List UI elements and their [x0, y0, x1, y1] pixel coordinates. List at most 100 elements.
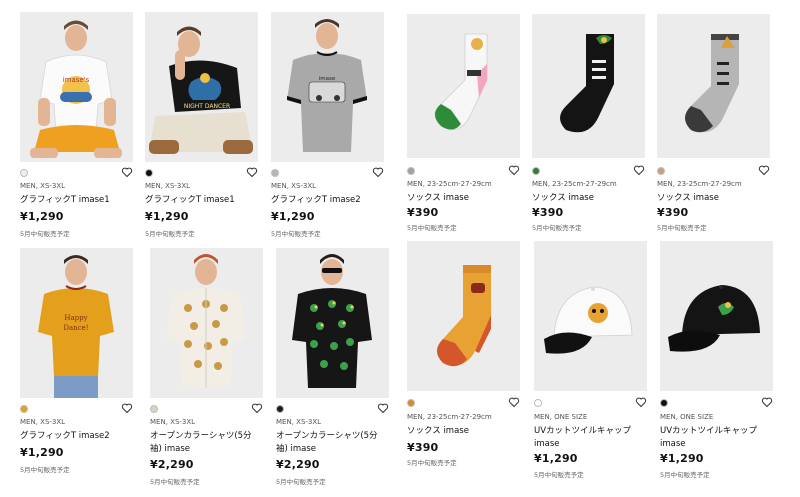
- black-sock: [532, 14, 645, 158]
- product-image[interactable]: [657, 14, 770, 158]
- heart-icon[interactable]: [372, 166, 384, 178]
- model-white-tshirt: imase's: [20, 12, 133, 162]
- product-image[interactable]: [150, 248, 263, 398]
- product-size: MEN, XS-3XL: [271, 182, 317, 190]
- product-image[interactable]: imase's: [20, 12, 133, 162]
- product-size: MEN, XS-3XL: [20, 182, 66, 190]
- product-size: MEN, ONE SIZE: [534, 413, 588, 421]
- product-card[interactable]: MEN, 23-25cm-27-29cm ソックス imase ¥390 5月中…: [407, 241, 520, 481]
- color-swatch[interactable]: [20, 169, 28, 177]
- color-swatch[interactable]: [657, 167, 665, 175]
- product-image[interactable]: [407, 14, 520, 158]
- product-price: ¥1,290: [145, 210, 189, 223]
- product-card[interactable]: MEN, 23-25cm-27-29cm ソックス imase ¥390 5月中…: [532, 14, 645, 234]
- product-name-line2[interactable]: 袖) imase: [150, 443, 190, 456]
- product-image[interactable]: [660, 241, 773, 391]
- product-name[interactable]: ソックス imase: [657, 192, 719, 205]
- release-note: 5月中旬販売予定: [660, 471, 710, 479]
- product-card[interactable]: MEN, XS-3XL オープンカラーシャツ(5分 袖) imase ¥2,29…: [276, 248, 389, 488]
- product-name[interactable]: ソックス imase: [532, 192, 594, 205]
- product-name[interactable]: グラフィックT imase2: [20, 430, 110, 443]
- heart-icon[interactable]: [635, 396, 647, 408]
- release-note: 5月中旬販売予定: [532, 224, 582, 232]
- product-image[interactable]: NIGHT DANCER: [145, 12, 258, 162]
- product-name-line2[interactable]: imase: [534, 438, 560, 451]
- product-card[interactable]: MEN, ONE SIZE UVカットツイルキャップ imase ¥1,290 …: [660, 241, 773, 481]
- heart-icon[interactable]: [121, 166, 133, 178]
- release-note: 5月中旬販売予定: [657, 224, 707, 232]
- model-black-tshirt: NIGHT DANCER: [145, 12, 258, 162]
- color-swatch[interactable]: [660, 399, 668, 407]
- product-image[interactable]: [534, 241, 647, 391]
- color-swatch[interactable]: [271, 169, 279, 177]
- tshirt-print-text: Dance!: [63, 324, 88, 332]
- product-price: ¥1,290: [660, 452, 704, 465]
- product-name-line1[interactable]: UVカットツイルキャップ: [660, 425, 757, 438]
- product-name-line1[interactable]: オープンカラーシャツ(5分: [276, 430, 378, 443]
- product-image[interactable]: [532, 14, 645, 158]
- color-swatch[interactable]: [407, 167, 415, 175]
- release-note: 5月中旬販売予定: [20, 466, 70, 474]
- release-note: 5月中旬販売予定: [534, 471, 584, 479]
- product-card[interactable]: MEN, ONE SIZE UVカットツイルキャップ imase ¥1,290 …: [534, 241, 647, 481]
- product-name-line1[interactable]: UVカットツイルキャップ: [534, 425, 631, 438]
- product-price: ¥390: [532, 206, 564, 219]
- heart-icon[interactable]: [377, 402, 389, 414]
- heart-icon[interactable]: [758, 164, 770, 176]
- white-sock: [407, 14, 520, 158]
- release-note: 5月中旬販売予定: [20, 230, 70, 238]
- product-card[interactable]: MEN, 23-25cm-27-29cm ソックス imase ¥390 5月中…: [657, 14, 770, 234]
- product-name[interactable]: ソックス imase: [407, 425, 469, 438]
- tshirt-print-text: imase: [319, 76, 336, 82]
- product-size: MEN, 23-25cm-27-29cm: [657, 180, 742, 188]
- product-price: ¥390: [407, 441, 439, 454]
- product-name[interactable]: グラフィックT imase1: [20, 194, 110, 207]
- product-size: MEN, 23-25cm-27-29cm: [532, 180, 617, 188]
- product-card[interactable]: MEN, 23-25cm-27-29cm ソックス imase ¥390 5月中…: [407, 14, 520, 234]
- heart-icon[interactable]: [633, 164, 645, 176]
- release-note: 5月中旬販売予定: [150, 478, 200, 486]
- heart-icon[interactable]: [761, 396, 773, 408]
- color-swatch[interactable]: [20, 405, 28, 413]
- model-yellow-tshirt: Happy Dance!: [20, 248, 133, 398]
- product-size: MEN, XS-3XL: [145, 182, 191, 190]
- product-name[interactable]: グラフィックT imase1: [145, 194, 235, 207]
- product-size: MEN, XS-3XL: [276, 418, 322, 426]
- model-light-shirt: [150, 248, 263, 398]
- release-note: 5月中旬販売予定: [145, 230, 195, 238]
- heart-icon[interactable]: [121, 402, 133, 414]
- heart-icon[interactable]: [508, 164, 520, 176]
- product-name[interactable]: グラフィックT imase2: [271, 194, 361, 207]
- product-size: MEN, 23-25cm-27-29cm: [407, 413, 492, 421]
- tshirt-print-text: Happy: [64, 314, 87, 322]
- product-card[interactable]: imase's MEN, XS-3XL グラフィックT imase1 ¥1,29…: [20, 12, 133, 238]
- product-size: MEN, XS-3XL: [20, 418, 66, 426]
- product-card[interactable]: Happy Dance! MEN, XS-3XL グラフィックT imase2 …: [20, 248, 133, 488]
- product-card[interactable]: NIGHT DANCER MEN, XS-3XL グラフィックT imase1 …: [145, 12, 258, 238]
- color-swatch[interactable]: [145, 169, 153, 177]
- product-name-line2[interactable]: 袖) imase: [276, 443, 316, 456]
- product-card[interactable]: imase MEN, XS-3XL グラフィックT imase2 ¥1,290 …: [271, 12, 384, 238]
- color-swatch[interactable]: [532, 167, 540, 175]
- heart-icon[interactable]: [251, 402, 263, 414]
- tshirt-print-text: imase's: [63, 76, 90, 84]
- color-swatch[interactable]: [407, 399, 415, 407]
- color-swatch[interactable]: [150, 405, 158, 413]
- product-name-line2[interactable]: imase: [660, 438, 686, 451]
- color-swatch[interactable]: [534, 399, 542, 407]
- product-name-line1[interactable]: オープンカラーシャツ(5分: [150, 430, 252, 443]
- product-price: ¥2,290: [276, 458, 320, 471]
- product-name[interactable]: ソックス imase: [407, 192, 469, 205]
- heart-icon[interactable]: [246, 166, 258, 178]
- product-price: ¥390: [407, 206, 439, 219]
- product-image[interactable]: Happy Dance!: [20, 248, 133, 398]
- product-card[interactable]: MEN, XS-3XL オープンカラーシャツ(5分 袖) imase ¥2,29…: [150, 248, 263, 488]
- product-price: ¥390: [657, 206, 689, 219]
- release-note: 5月中旬販売予定: [407, 459, 457, 467]
- color-swatch[interactable]: [276, 405, 284, 413]
- product-image[interactable]: imase: [271, 12, 384, 162]
- product-image[interactable]: [407, 241, 520, 391]
- heart-icon[interactable]: [508, 396, 520, 408]
- product-image[interactable]: [276, 248, 389, 398]
- product-price: ¥1,290: [271, 210, 315, 223]
